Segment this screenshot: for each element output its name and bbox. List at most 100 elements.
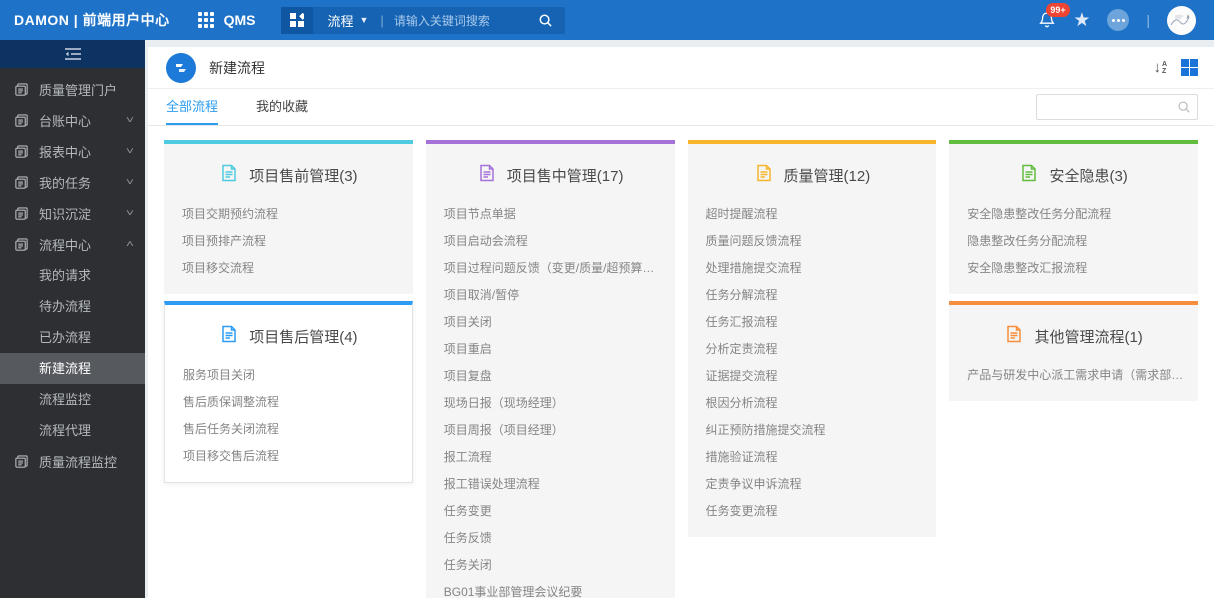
sidebar-subitem-0[interactable]: 我的请求: [0, 260, 145, 291]
process-link[interactable]: 服务项目关闭: [165, 362, 412, 389]
process-link[interactable]: 售后质保调整流程: [165, 389, 412, 416]
process-link[interactable]: 根因分析流程: [688, 390, 937, 417]
process-link[interactable]: 项目取消/暂停: [426, 282, 675, 309]
ledger-icon: [14, 206, 29, 221]
sidebar-item-0[interactable]: 质量管理门户: [0, 74, 145, 105]
sidebar-item-label: 质量管理门户: [39, 80, 133, 99]
document-icon: [1019, 163, 1039, 188]
process-link[interactable]: 现场日报（现场经理）: [426, 390, 675, 417]
process-link[interactable]: 项目交期预约流程: [164, 201, 413, 228]
sidebar-item-3[interactable]: 我的任务˅: [0, 167, 145, 198]
sidebar: 质量管理门户台账中心˅报表中心˅我的任务˅知识沉淀˅流程中心˄我的请求待办流程已…: [0, 40, 145, 598]
search-icon[interactable]: [538, 13, 553, 28]
card-header[interactable]: 其他管理流程(1): [949, 305, 1198, 362]
chevron-down-icon: ˅: [126, 146, 134, 157]
process-link[interactable]: 项目过程问题反馈（变更/质量/超预算三合一流程）: [426, 255, 675, 282]
sidebar-subitem-5[interactable]: 流程代理: [0, 415, 145, 446]
tab-0[interactable]: 全部流程: [166, 89, 218, 125]
process-category-card: 质量管理(12)超时提醒流程质量问题反馈流程处理措施提交流程任务分解流程任务汇报…: [688, 140, 937, 537]
process-link[interactable]: 售后任务关闭流程: [165, 416, 412, 443]
card-header[interactable]: 项目售中管理(17): [426, 144, 675, 201]
user-avatar[interactable]: [1167, 6, 1196, 35]
sidebar-item-2[interactable]: 报表中心˅: [0, 136, 145, 167]
sidebar-item-6[interactable]: 质量流程监控: [0, 446, 145, 477]
topbar: DAMON | 前端用户中心 QMS 流程 ▼ | 请输入关键词搜索: [0, 0, 1214, 40]
process-link[interactable]: 任务变更: [426, 498, 675, 525]
sidebar-item-1[interactable]: 台账中心˅: [0, 105, 145, 136]
process-link[interactable]: 措施验证流程: [688, 444, 937, 471]
chevron-down-icon: ▼: [360, 15, 369, 25]
search-category-icon[interactable]: [281, 7, 313, 34]
favorites-star-icon[interactable]: ★: [1073, 11, 1090, 30]
process-link[interactable]: BG01事业部管理会议纪要: [426, 579, 675, 598]
card-column-1: 项目售中管理(17)项目节点单据项目启动会流程项目过程问题反馈（变更/质量/超预…: [426, 140, 675, 598]
page-title: 新建流程: [209, 58, 265, 78]
ledger-icon: [14, 82, 29, 97]
tabs-row: 全部流程 我的收藏: [148, 89, 1214, 126]
brand-logo[interactable]: DAMON | 前端用户中心: [14, 10, 170, 30]
notifications-bell-icon[interactable]: 99+: [1038, 11, 1056, 29]
process-link[interactable]: 分析定责流程: [688, 336, 937, 363]
sort-icon[interactable]: ↓AZ: [1153, 60, 1167, 75]
process-link[interactable]: 项目移交售后流程: [165, 443, 412, 470]
chevron-down-icon: ˅: [126, 115, 134, 126]
header-actions: ↓AZ: [1153, 59, 1198, 76]
document-icon: [219, 324, 239, 349]
more-options-icon[interactable]: [1107, 9, 1129, 31]
card-header[interactable]: 质量管理(12): [688, 144, 937, 201]
sidebar-item-5[interactable]: 流程中心˄: [0, 229, 145, 260]
process-link[interactable]: 处理措施提交流程: [688, 255, 937, 282]
process-link[interactable]: 安全隐患整改汇报流程: [949, 255, 1198, 282]
app-launcher-icon[interactable]: [198, 12, 214, 28]
sidebar-subitem-4[interactable]: 流程监控: [0, 384, 145, 415]
sidebar-collapse-button[interactable]: [0, 40, 145, 68]
app-name[interactable]: QMS: [224, 12, 256, 28]
sidebar-subitem-2[interactable]: 已办流程: [0, 322, 145, 353]
tab-1[interactable]: 我的收藏: [256, 89, 308, 125]
process-link[interactable]: 项目移交流程: [164, 255, 413, 282]
topbar-divider: |: [1146, 12, 1150, 28]
global-search-input[interactable]: 请输入关键词搜索: [384, 12, 534, 29]
card-header[interactable]: 安全隐患(3): [949, 144, 1198, 201]
process-link[interactable]: 项目启动会流程: [426, 228, 675, 255]
card-header[interactable]: 项目售前管理(3): [164, 144, 413, 201]
card-filter-input[interactable]: [1036, 94, 1198, 120]
process-link[interactable]: 任务反馈: [426, 525, 675, 552]
document-icon: [1004, 324, 1024, 349]
process-link[interactable]: 项目周报（项目经理）: [426, 417, 675, 444]
search-scope-dropdown[interactable]: 流程 ▼: [313, 11, 380, 30]
process-link[interactable]: 任务汇报流程: [688, 309, 937, 336]
process-link[interactable]: 报工流程: [426, 444, 675, 471]
content-panel: 新建流程 ↓AZ 全部流程 我的收藏 项目售前管理(3)项目交期预约流程项目预排产…: [148, 47, 1214, 598]
process-link[interactable]: 质量问题反馈流程: [688, 228, 937, 255]
chevron-up-icon: ˄: [126, 239, 134, 250]
notification-badge: 99+: [1046, 3, 1069, 17]
process-link[interactable]: 纠正预防措施提交流程: [688, 417, 937, 444]
main-area: 新建流程 ↓AZ 全部流程 我的收藏 项目售前管理(3)项目交期预约流程项目预排产…: [145, 40, 1214, 598]
process-link[interactable]: 项目节点单据: [426, 201, 675, 228]
filter-search-icon[interactable]: [1177, 100, 1191, 114]
process-link[interactable]: 项目重启: [426, 336, 675, 363]
sidebar-item-label: 知识沉淀: [39, 204, 127, 223]
process-link[interactable]: 产品与研发中心派工需求申请（需求部门发起）: [949, 362, 1198, 389]
process-link[interactable]: 超时提醒流程: [688, 201, 937, 228]
process-link[interactable]: 任务分解流程: [688, 282, 937, 309]
sidebar-subitem-3[interactable]: 新建流程: [0, 353, 145, 384]
process-link[interactable]: 任务变更流程: [688, 498, 937, 525]
card-title: 其他管理流程(1): [1034, 326, 1142, 347]
process-link[interactable]: 项目预排产流程: [164, 228, 413, 255]
grid-view-icon[interactable]: [1181, 59, 1198, 76]
process-link[interactable]: 项目关闭: [426, 309, 675, 336]
process-link[interactable]: 项目复盘: [426, 363, 675, 390]
card-header[interactable]: 项目售后管理(4): [165, 305, 412, 362]
ledger-icon: [14, 113, 29, 128]
sidebar-subitem-1[interactable]: 待办流程: [0, 291, 145, 322]
process-link[interactable]: 安全隐患整改任务分配流程: [949, 201, 1198, 228]
process-link[interactable]: 证据提交流程: [688, 363, 937, 390]
process-link[interactable]: 任务关闭: [426, 552, 675, 579]
process-link[interactable]: 定责争议申诉流程: [688, 471, 937, 498]
sidebar-item-4[interactable]: 知识沉淀˅: [0, 198, 145, 229]
process-link[interactable]: 报工错误处理流程: [426, 471, 675, 498]
ledger-icon: [14, 237, 29, 252]
process-link[interactable]: 隐患整改任务分配流程: [949, 228, 1198, 255]
